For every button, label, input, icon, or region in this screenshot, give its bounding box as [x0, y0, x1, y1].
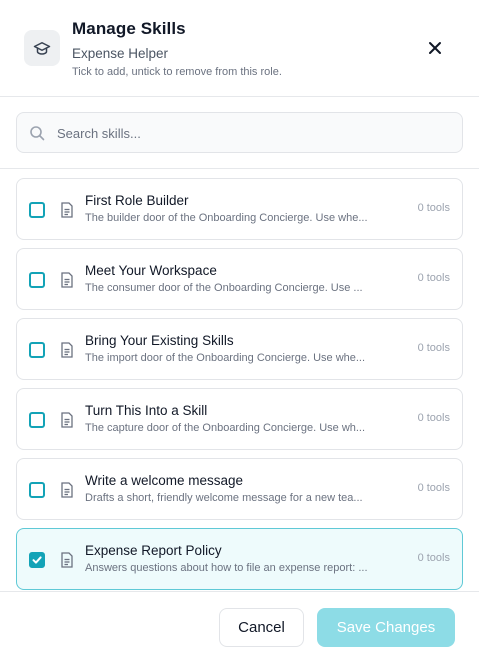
skill-tool-count: 0 tools — [417, 552, 450, 564]
dialog-title: Manage Skills — [72, 19, 186, 38]
dialog-header: Manage Skills Expense Helper Tick to add… — [0, 0, 479, 97]
skill-title: Turn This Into a Skill — [85, 403, 208, 418]
skill-description: The capture door of the Onboarding Conci… — [85, 422, 366, 434]
skill-title: Meet Your Workspace — [85, 263, 217, 278]
skill-row[interactable]: First Role Builder The builder door of t… — [16, 178, 463, 240]
document-icon — [61, 552, 73, 568]
skill-description: The builder door of the Onboarding Conci… — [85, 212, 368, 224]
graduation-cap-icon — [24, 30, 60, 66]
skill-title: Bring Your Existing Skills — [85, 333, 234, 348]
search-box — [16, 112, 463, 153]
document-icon — [61, 342, 73, 358]
skill-row-selected[interactable]: Expense Report Policy Answers questions … — [16, 528, 463, 590]
cancel-button[interactable]: Cancel — [219, 608, 304, 647]
search-bar — [0, 97, 479, 169]
skill-tool-count: 0 tools — [417, 482, 450, 494]
skill-checkbox[interactable] — [29, 202, 45, 218]
search-input[interactable] — [57, 121, 447, 145]
skill-checkbox[interactable] — [29, 412, 45, 428]
document-icon — [61, 482, 73, 498]
skill-row[interactable]: Write a welcome message Drafts a short, … — [16, 458, 463, 520]
skills-list[interactable]: First Role Builder The builder door of t… — [0, 170, 479, 590]
dialog-footer: Cancel Save Changes — [0, 591, 479, 663]
skill-checkbox[interactable] — [29, 482, 45, 498]
document-icon — [61, 412, 73, 428]
skill-description: Answers questions about how to file an e… — [85, 562, 368, 574]
skill-description: The import door of the Onboarding Concie… — [85, 352, 366, 364]
close-button[interactable] — [423, 36, 447, 60]
close-icon — [429, 42, 441, 54]
skill-checkbox-checked[interactable] — [29, 552, 45, 568]
skill-tool-count: 0 tools — [417, 342, 450, 354]
skill-row[interactable]: Meet Your Workspace The consumer door of… — [16, 248, 463, 310]
skill-title: Expense Report Policy — [85, 543, 222, 558]
save-changes-button[interactable]: Save Changes — [317, 608, 455, 647]
role-name: Expense Helper — [72, 46, 169, 61]
skill-tool-count: 0 tools — [417, 412, 450, 424]
skill-description: The consumer door of the Onboarding Conc… — [85, 282, 363, 294]
document-icon — [61, 272, 73, 288]
skill-tool-count: 0 tools — [417, 272, 450, 284]
skill-tool-count: 0 tools — [417, 202, 450, 214]
document-icon — [61, 202, 73, 218]
skill-description: Drafts a short, friendly welcome message… — [85, 492, 363, 504]
skill-row[interactable]: Turn This Into a Skill The capture door … — [16, 388, 463, 450]
search-icon — [30, 126, 45, 141]
skill-row[interactable]: Bring Your Existing Skills The import do… — [16, 318, 463, 380]
skill-title: Write a welcome message — [85, 473, 244, 488]
skill-title: First Role Builder — [85, 193, 189, 208]
skill-checkbox[interactable] — [29, 272, 45, 288]
dialog-hint: Tick to add, untick to remove from this … — [72, 66, 282, 78]
skill-checkbox[interactable] — [29, 342, 45, 358]
checkmark-icon — [32, 556, 42, 564]
